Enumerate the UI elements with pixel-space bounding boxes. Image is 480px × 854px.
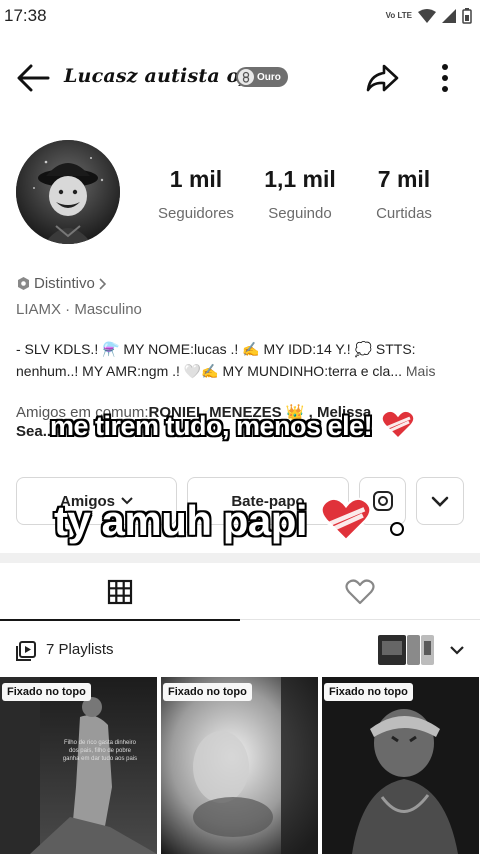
status-bar: 17:38 Vo LTE xyxy=(0,0,480,32)
ouro-badge[interactable]: Ouro xyxy=(236,67,288,87)
share-button[interactable] xyxy=(362,58,402,98)
arrow-left-icon xyxy=(17,64,50,92)
distintivo-link[interactable]: Distintivo xyxy=(16,275,106,292)
bandaged-heart-icon xyxy=(320,497,372,542)
profile-meta: LIAMX · Masculino xyxy=(16,301,142,318)
video-caption: Filho de rico gasta dinheiro dos pais, f… xyxy=(62,740,138,762)
section-divider xyxy=(0,553,480,563)
chevron-right-icon xyxy=(99,277,106,290)
signal-icon xyxy=(442,9,456,23)
stat-following[interactable]: 1,1 mil Seguindo xyxy=(252,166,348,222)
hexagon-badge-icon xyxy=(18,277,29,290)
tab-liked[interactable] xyxy=(240,563,480,620)
suggestions-toggle-button[interactable] xyxy=(416,477,464,525)
pinned-badge: Fixado no topo xyxy=(2,683,91,701)
followers-count: 1 mil xyxy=(169,166,223,192)
profile-username: Lucasz autista ofc xyxy=(64,65,260,87)
stat-likes: 7 mil Curtidas xyxy=(348,166,460,222)
medal-icon xyxy=(238,69,254,85)
profile-bio[interactable]: - SLV KDLS.! ⚗️ MY NOME:lucas .! ✍️ MY I… xyxy=(16,338,468,382)
distintivo-label: Distintivo xyxy=(34,275,95,292)
playlist-icon xyxy=(16,641,36,661)
likes-label: Curtidas xyxy=(376,205,432,222)
video-grid: Fixado no topo Filho de rico gasta dinhe… xyxy=(0,677,480,854)
tab-videos[interactable] xyxy=(0,563,240,621)
video-thumbnail[interactable]: Fixado no topo xyxy=(161,677,318,854)
overlay-line-2: ty amuh papi xyxy=(54,497,308,544)
video-thumbnail[interactable]: Fixado no topo xyxy=(322,677,479,854)
overlay-line-1: me tirem tudo, menos ele! xyxy=(50,411,373,441)
playlists-label: 7 Playlists xyxy=(46,641,114,658)
battery-icon xyxy=(462,8,472,24)
volte-icon: Vo LTE xyxy=(385,11,412,20)
profile-avatar[interactable] xyxy=(16,140,120,244)
chevron-down-icon[interactable] xyxy=(449,645,465,655)
following-label: Seguindo xyxy=(268,205,332,222)
more-options-button[interactable] xyxy=(428,58,462,98)
chevron-down-icon xyxy=(431,496,449,507)
active-tab-indicator xyxy=(0,619,240,621)
badge-label: Ouro xyxy=(257,71,281,83)
pinned-badge: Fixado no topo xyxy=(324,683,413,701)
stat-followers[interactable]: 1 mil Seguidores xyxy=(140,166,252,222)
profile-stats: 1 mil Seguidores 1,1 mil Seguindo 7 mil … xyxy=(140,166,460,222)
grid-icon xyxy=(107,579,133,604)
dot-icon xyxy=(390,522,405,536)
bio-line-1: - SLV KDLS.! ⚗️ MY NOME:lucas .! ✍️ MY I… xyxy=(16,341,416,357)
more-vertical-icon xyxy=(442,64,448,92)
wifi-icon xyxy=(418,9,436,23)
likes-count: 7 mil xyxy=(377,166,431,192)
playlists-row[interactable]: 7 Playlists xyxy=(0,630,480,672)
profile-header: Lucasz autista ofc Ouro xyxy=(0,54,480,100)
following-count: 1,1 mil xyxy=(264,166,336,192)
heart-outline-icon xyxy=(345,578,375,604)
pinned-badge: Fixado no topo xyxy=(163,683,252,701)
overlay-text-top: me tirem tudo, menos ele! xyxy=(50,410,415,442)
followers-label: Seguidores xyxy=(158,205,234,222)
overlay-text-bottom: ty amuh papi xyxy=(54,497,405,545)
back-button[interactable] xyxy=(14,60,52,96)
video-thumbnail[interactable]: Fixado no topo Filho de rico gasta dinhe… xyxy=(0,677,157,854)
content-tabs xyxy=(0,563,480,621)
status-time: 17:38 xyxy=(4,6,47,25)
bio-line-2: nenhum..! MY AMR:ngm .! 🤍✍️ MY MUNDINHO:… xyxy=(16,363,402,379)
bandaged-heart-icon xyxy=(381,410,415,440)
status-icons: Vo LTE xyxy=(386,8,472,24)
playlist-thumbnails xyxy=(378,635,434,665)
bio-more-link[interactable]: Mais xyxy=(406,363,436,379)
share-icon xyxy=(366,64,399,92)
